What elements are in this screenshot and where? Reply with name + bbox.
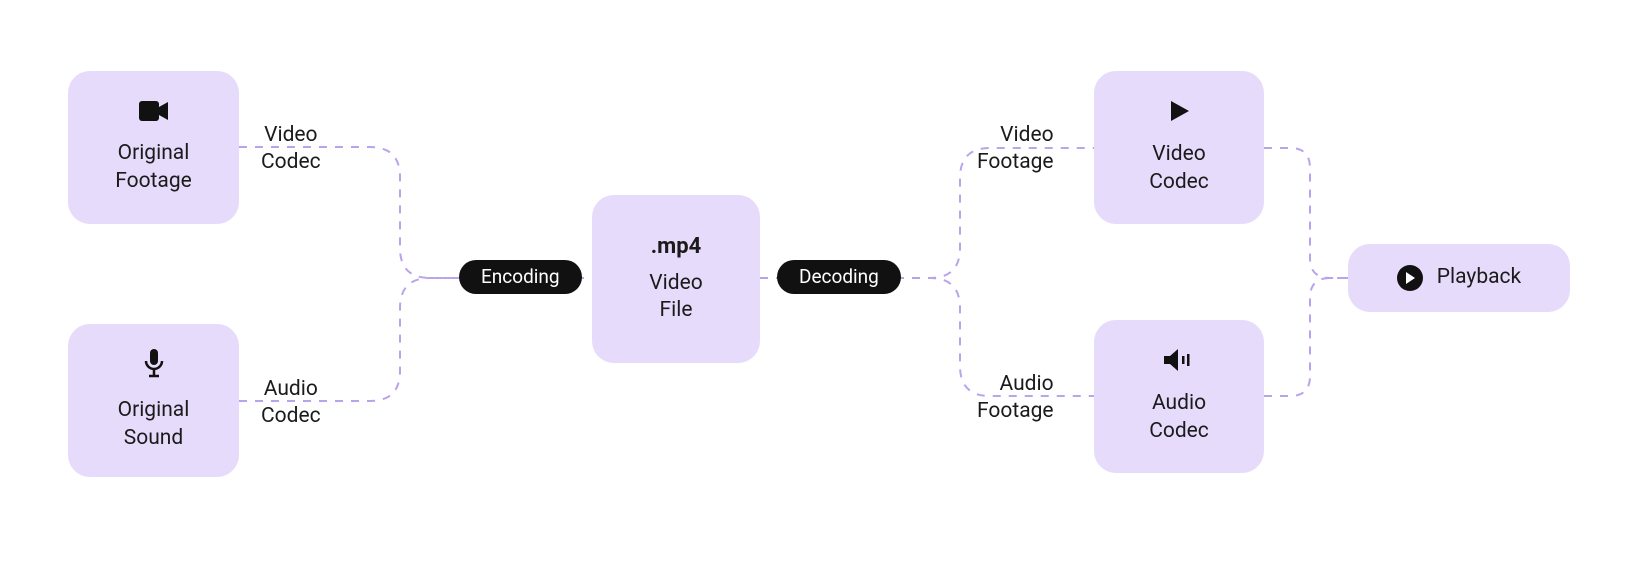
play-circle-icon (1397, 265, 1423, 291)
node-label: Audio (1152, 390, 1206, 417)
pill-decoding: Decoding (777, 260, 901, 294)
node-original-sound: Original Sound (68, 324, 239, 477)
node-label: Footage (115, 168, 192, 195)
edge-label-video-footage: Video Footage (977, 122, 1054, 177)
play-icon (1167, 99, 1191, 131)
node-label: Video (1152, 141, 1205, 168)
pill-encoding: Encoding (459, 260, 582, 294)
diagram-canvas: Original Footage Original Sound Video Co… (0, 0, 1637, 583)
node-playback: Playback (1348, 244, 1570, 312)
node-title: .mp4 (651, 233, 701, 262)
node-label: Codec (1149, 418, 1209, 445)
microphone-icon (143, 349, 165, 387)
edge-label-audio-codec-in: Audio Codec (261, 376, 321, 431)
node-label: Video (649, 270, 702, 297)
node-label: File (660, 297, 693, 324)
node-audio-codec: Audio Codec (1094, 320, 1264, 473)
node-label: Sound (124, 425, 183, 452)
node-label: Original (118, 140, 190, 167)
edge-label-video-codec-in: Video Codec (261, 122, 321, 177)
node-video-file: .mp4 Video File (592, 195, 760, 363)
node-label: Codec (1149, 169, 1209, 196)
node-original-footage: Original Footage (68, 71, 239, 224)
edge-label-audio-footage: Audio Footage (977, 371, 1054, 426)
node-label: Playback (1437, 264, 1521, 291)
node-video-codec: Video Codec (1094, 71, 1264, 224)
video-camera-icon (139, 100, 169, 130)
volume-icon (1164, 348, 1194, 380)
node-label: Original (118, 397, 190, 424)
